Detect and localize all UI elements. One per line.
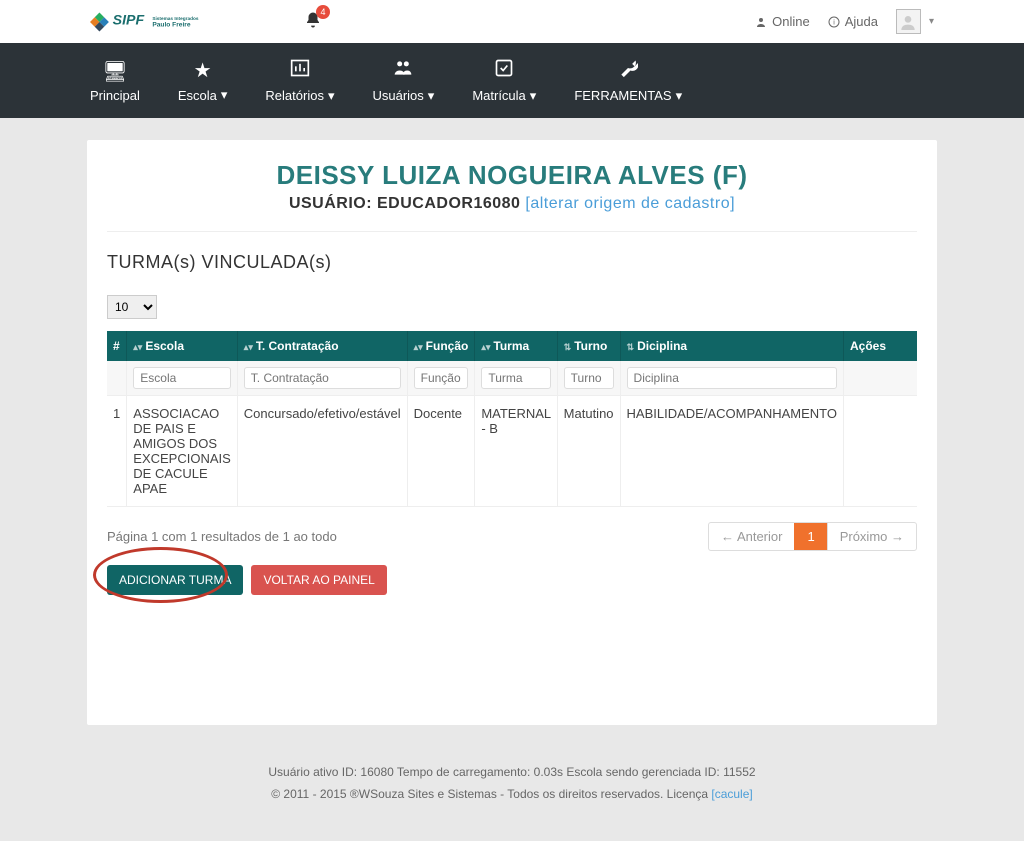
logo-area: SIPF Sistemas Integrados Paulo Freire 4 [90,7,322,37]
col-turma[interactable]: ▴▾Turma [475,331,557,361]
col-idx[interactable]: # [107,331,127,361]
pager-info: Página 1 com 1 resultados de 1 ao todo [107,529,337,544]
svg-text:Sistemas Integrados: Sistemas Integrados [152,16,199,22]
col-contratacao[interactable]: ▴▾T. Contratação [237,331,407,361]
help-link[interactable]: i Ajuda [828,14,878,29]
nav-relatorios-label: Relatórios [265,88,324,103]
sort-icon: ▴▾ [481,342,490,352]
nav-escola[interactable]: ★ Escola ▾ [178,58,228,103]
pager-page-1[interactable]: 1 [794,523,826,550]
cell-diciplina: HABILIDADE/ACOMPANHAMENTO [620,396,843,507]
turmas-table: # ▴▾Escola ▴▾T. Contratação ▴▾Função ▴▾T… [107,331,917,507]
chart-icon [265,58,334,84]
avatar-menu[interactable]: ▾ [896,9,934,34]
avatar-icon [900,14,916,30]
check-icon [472,58,536,84]
sort-icon: ▴▾ [244,342,253,352]
brand-logo: SIPF Sistemas Integrados Paulo Freire [90,7,260,37]
cell-funcao: Docente [407,396,475,507]
avatar [896,9,921,34]
sort-icon: ⇅ [564,342,572,352]
sort-icon: ▴▾ [133,342,142,352]
table-footer: Página 1 com 1 resultados de 1 ao todo ←… [107,522,917,551]
online-link[interactable]: Online [755,14,810,29]
sort-icon: ⇅ [627,342,635,352]
page-subtitle: USUÁRIO: EDUCADOR16080 [alterar origem d… [107,195,917,213]
caret-down-icon: ▾ [428,88,435,104]
top-bar: SIPF Sistemas Integrados Paulo Freire 4 … [0,0,1024,43]
cell-idx: 1 [107,396,127,507]
notifications-count: 4 [316,5,330,19]
table-row: 1 ASSOCIACAO DE PAIS E AMIGOS DOS EXCEPC… [107,396,917,507]
caret-down-icon: ▾ [929,16,934,27]
filter-turma[interactable] [481,367,550,389]
caret-down-icon: ▾ [676,88,683,104]
filter-funcao[interactable] [414,367,469,389]
footer-license-link[interactable]: [cacule] [711,787,752,801]
footer-line-1: Usuário ativo ID: 16080 Tempo de carrega… [0,765,1024,779]
nav-usuarios-label: Usuários [372,88,423,103]
svg-text:SIPF: SIPF [113,12,145,28]
help-label: Ajuda [845,14,878,29]
filter-diciplina[interactable] [627,367,837,389]
col-acoes: Ações [844,331,918,361]
nav-principal-label: Principal [90,88,140,103]
caret-down-icon: ▾ [221,87,228,103]
caret-down-icon: ▾ [530,88,537,104]
back-panel-button[interactable]: VOLTAR AO PAINEL [251,565,386,595]
cell-turma: MATERNAL - B [475,396,557,507]
pager-next[interactable]: Próximo → [827,523,916,550]
star-icon: ★ [178,58,228,83]
page-size-select[interactable]: 10 [107,295,157,319]
nav-ferramentas-label: FERRAMENTAS [574,88,671,103]
cell-contratacao: Concursado/efetivo/estável [237,396,407,507]
section-title: TURMA(s) VINCULADA(s) [107,252,917,273]
nav-matricula-label: Matrícula [472,88,525,103]
notifications-bell[interactable]: 4 [304,11,322,32]
filter-contratacao[interactable] [244,367,401,389]
nav-relatorios[interactable]: Relatórios ▾ [265,58,334,104]
sort-icon: ▴▾ [414,342,423,352]
nav-matricula[interactable]: Matrícula ▾ [472,58,536,104]
pager: ← Anterior 1 Próximo → [708,522,917,551]
filter-turno[interactable] [564,367,614,389]
wrench-icon [574,58,682,84]
caret-down-icon: ▾ [328,88,335,104]
info-icon: i [828,16,840,28]
nav-ferramentas[interactable]: FERRAMENTAS ▾ [574,58,682,104]
main-nav: 🖥 Principal ★ Escola ▾ Relatórios ▾ Usuári… [0,43,1024,118]
alter-origin-link[interactable]: [alterar origem de cadastro] [525,195,735,212]
top-right: Online i Ajuda ▾ [755,9,934,34]
user-icon [755,16,767,28]
svg-text:Paulo Freire: Paulo Freire [152,21,191,28]
cell-turno: Matutino [557,396,620,507]
svg-text:i: i [833,19,835,26]
cell-escola: ASSOCIACAO DE PAIS E AMIGOS DOS EXCEPCIO… [127,396,238,507]
desktop-icon: 🖥 [90,59,140,84]
nav-usuarios[interactable]: Usuários ▾ [372,58,434,104]
col-funcao[interactable]: ▴▾Função [407,331,475,361]
nav-principal[interactable]: 🖥 Principal [90,59,140,103]
footer-line-2a: © 2011 - 2015 ®WSouza Sites e Sistemas -… [271,787,711,801]
footer: Usuário ativo ID: 16080 Tempo de carrega… [0,747,1024,841]
filter-escola[interactable] [133,367,231,389]
page-title: DEISSY LUIZA NOGUEIRA ALVES (F) [107,160,917,191]
pager-prev[interactable]: ← Anterior [709,523,794,550]
action-buttons: ADICIONAR TURMA VOLTAR AO PAINEL [107,565,917,595]
col-diciplina[interactable]: ⇅Diciplina [620,331,843,361]
user-label: USUÁRIO: EDUCADOR16080 [289,195,525,212]
col-turno[interactable]: ⇅Turno [557,331,620,361]
nav-escola-label: Escola [178,88,217,103]
main-panel: DEISSY LUIZA NOGUEIRA ALVES (F) USUÁRIO:… [87,140,937,725]
cell-acoes [844,396,918,507]
users-icon [372,58,434,84]
add-turma-button[interactable]: ADICIONAR TURMA [107,565,243,595]
col-escola[interactable]: ▴▾Escola [127,331,238,361]
online-label: Online [772,14,810,29]
divider [107,231,917,232]
filter-row [107,361,917,396]
